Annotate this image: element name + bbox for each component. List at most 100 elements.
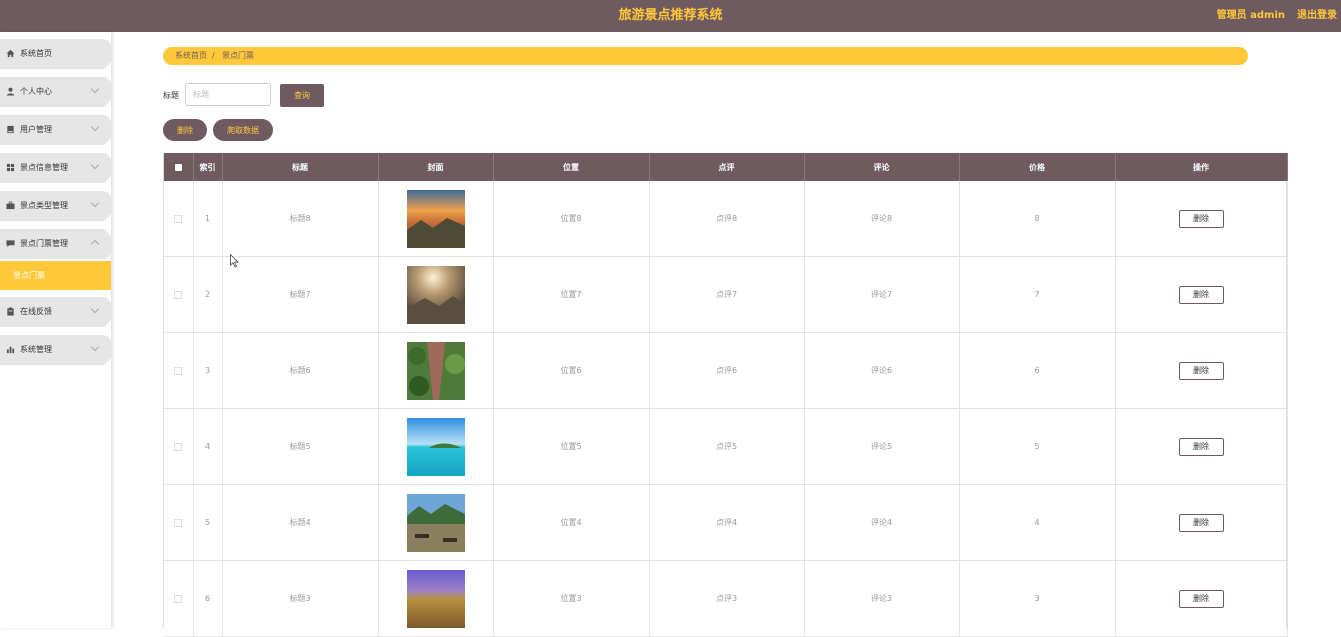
row-delete-button[interactable]: 删除 xyxy=(1178,361,1224,380)
row-checkbox[interactable] xyxy=(174,442,183,451)
select-all-cell[interactable] xyxy=(164,153,194,181)
price-cell: 3 xyxy=(959,560,1116,637)
title-cell: 标题3 xyxy=(222,560,379,637)
sidebar-item-types[interactable]: 景点类型管理 xyxy=(0,191,111,221)
row-checkbox[interactable] xyxy=(174,366,183,375)
cover-image-lake xyxy=(406,493,465,552)
review-cell: 点评8 xyxy=(649,181,805,257)
sidebar-item-label: 景点门票管理 xyxy=(20,239,68,248)
title-cell: 标题4 xyxy=(222,484,379,561)
row-select-cell[interactable] xyxy=(164,560,194,637)
title-cell: 标题7 xyxy=(222,256,379,333)
review-cell: 点评3 xyxy=(649,560,805,637)
breadcrumb-separator: / xyxy=(212,51,215,60)
chevron-down-icon xyxy=(90,122,100,132)
row-delete-button[interactable]: 删除 xyxy=(1178,285,1224,304)
cover-image-sunset xyxy=(406,189,465,248)
mouse-cursor-icon xyxy=(230,254,239,268)
chevron-down-icon xyxy=(90,84,100,94)
table-row: 1 标题8 位置8 点评8 评论8 8 删除 xyxy=(164,181,1288,257)
breadcrumb-home[interactable]: 系统首页 xyxy=(175,47,207,65)
review-cell: 点评5 xyxy=(649,408,805,485)
tab-corner xyxy=(104,176,111,183)
title-cell: 标题5 xyxy=(222,408,379,485)
logout-link[interactable]: 退出登录 xyxy=(1297,0,1337,32)
sidebar-item-profile[interactable]: 个人中心 xyxy=(0,77,111,107)
column-header-price: 价格 xyxy=(959,153,1116,181)
row-select-cell[interactable] xyxy=(164,332,194,409)
location-cell: 位置8 xyxy=(493,181,650,257)
action-cell: 删除 xyxy=(1115,408,1288,485)
table-row: 4 标题5 位置5 点评5 评论5 5 删除 xyxy=(164,408,1288,485)
column-header-action: 操作 xyxy=(1115,153,1288,181)
table-header-row: 索引 标题 封面 位置 点评 评论 价格 操作 xyxy=(164,153,1288,181)
action-cell: 删除 xyxy=(1115,181,1288,257)
row-select-cell[interactable] xyxy=(164,408,194,485)
location-cell: 位置4 xyxy=(493,484,650,561)
sidebar-subitem-tickets[interactable]: 景点门票 xyxy=(0,261,111,290)
grid-icon xyxy=(6,163,15,172)
index-cell: 1 xyxy=(193,181,223,257)
row-delete-button[interactable]: 删除 xyxy=(1178,589,1224,608)
sidebar-item-home[interactable]: 系统首页 xyxy=(0,39,111,69)
action-cell: 删除 xyxy=(1115,332,1288,409)
price-cell: 8 xyxy=(959,181,1116,257)
tab-corner xyxy=(104,62,111,69)
sidebar-item-system[interactable]: 系统管理 xyxy=(0,335,111,365)
index-cell: 5 xyxy=(193,484,223,561)
app-title: 旅游景点推荐系统 xyxy=(618,8,723,23)
column-header-cover: 封面 xyxy=(378,153,494,181)
review-cell: 点评7 xyxy=(649,256,805,333)
row-checkbox[interactable] xyxy=(174,290,183,299)
table-row: 5 标题4 位置4 点评4 评论4 4 删除 xyxy=(164,484,1288,561)
row-checkbox[interactable] xyxy=(174,594,183,603)
search-input[interactable] xyxy=(185,83,271,106)
row-select-cell[interactable] xyxy=(164,256,194,333)
cover-image-misty-mountain xyxy=(406,265,465,324)
tab-corner xyxy=(104,100,111,107)
clipboard-icon xyxy=(7,307,14,316)
crawl-data-button[interactable]: 爬取数据 xyxy=(213,119,273,141)
batch-delete-button[interactable]: 删除 xyxy=(163,119,207,141)
sidebar-item-feedback[interactable]: 在线反馈 xyxy=(0,297,111,327)
sidebar-item-label: 系统管理 xyxy=(20,345,52,354)
table-row: 3 标题6 位置6 点评6 评论6 6 删除 xyxy=(164,332,1288,409)
sidebar-item-label: 系统首页 xyxy=(20,49,52,58)
search-label: 标题 xyxy=(163,91,179,100)
sidebar-item-label: 景点信息管理 xyxy=(20,163,68,172)
row-delete-button[interactable]: 删除 xyxy=(1178,209,1224,228)
row-select-cell[interactable] xyxy=(164,484,194,561)
location-cell: 位置6 xyxy=(493,332,650,409)
row-checkbox[interactable] xyxy=(174,214,183,223)
briefcase-icon xyxy=(6,201,15,210)
chevron-down-icon xyxy=(90,198,100,208)
review-cell: 点评4 xyxy=(649,484,805,561)
row-select-cell[interactable] xyxy=(164,181,194,257)
book-icon xyxy=(7,125,14,134)
price-cell: 4 xyxy=(959,484,1116,561)
cover-cell xyxy=(378,560,494,637)
row-delete-button[interactable]: 删除 xyxy=(1178,513,1224,532)
sidebar-item-attractions[interactable]: 景点信息管理 xyxy=(0,153,111,183)
row-checkbox[interactable] xyxy=(174,518,183,527)
breadcrumb: 系统首页 / 景点门票 xyxy=(163,47,1248,65)
location-cell: 位置3 xyxy=(493,560,650,637)
admin-user-label: 管理员 admin xyxy=(1216,10,1285,21)
search-button[interactable]: 查询 xyxy=(280,84,324,107)
breadcrumb-current: 景点门票 xyxy=(222,51,254,60)
ticket-table: 索引 标题 封面 位置 点评 评论 价格 操作 1 标题8 位置8 点评8 评论… xyxy=(164,153,1288,637)
price-cell: 7 xyxy=(959,256,1116,333)
tab-corner xyxy=(104,214,111,221)
row-delete-button[interactable]: 删除 xyxy=(1178,437,1224,456)
sidebar-subitem-label: 景点门票 xyxy=(13,271,45,280)
select-all-checkbox[interactable] xyxy=(174,163,182,171)
cover-image-terraces xyxy=(406,569,465,628)
index-cell: 6 xyxy=(193,560,223,637)
action-cell: 删除 xyxy=(1115,484,1288,561)
comment-cell: 评论3 xyxy=(804,560,960,637)
sidebar-item-tickets[interactable]: 景点门票管理 xyxy=(0,229,111,259)
table-row: 2 标题7 位置7 点评7 评论7 7 删除 xyxy=(164,256,1288,333)
cover-cell xyxy=(378,484,494,561)
sidebar-item-users[interactable]: 用户管理 xyxy=(0,115,111,145)
price-cell: 5 xyxy=(959,408,1116,485)
